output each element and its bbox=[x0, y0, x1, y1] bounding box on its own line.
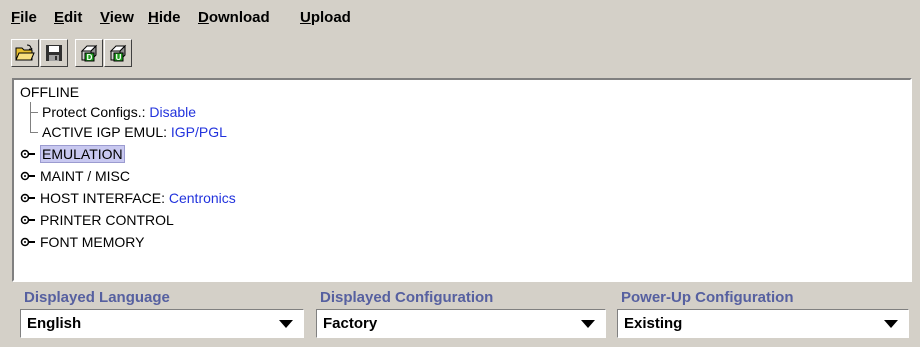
select-value: Factory bbox=[323, 315, 378, 332]
power-up-configuration-select[interactable]: Existing bbox=[617, 309, 909, 338]
menu-hide[interactable]: Hide bbox=[148, 9, 181, 26]
open-button[interactable] bbox=[11, 39, 39, 67]
menu-edit[interactable]: Edit bbox=[54, 9, 82, 26]
open-folder-icon bbox=[15, 44, 35, 61]
menu-upload[interactable]: Upload bbox=[300, 9, 351, 26]
menu-view[interactable]: View bbox=[100, 9, 134, 26]
displayed-language-select[interactable]: English bbox=[20, 309, 304, 338]
tree-node-label: HOST INTERFACE: bbox=[40, 190, 165, 206]
expand-handle-icon[interactable] bbox=[20, 214, 36, 226]
svg-text:D: D bbox=[87, 53, 93, 62]
tree-item-protect-configs[interactable]: Protect Configs.: Disable bbox=[42, 102, 196, 122]
dropdown-arrow-icon[interactable] bbox=[279, 320, 293, 328]
power-up-configuration-label: Power-Up Configuration bbox=[621, 289, 794, 306]
expand-handle-icon[interactable] bbox=[20, 148, 36, 160]
menu-download[interactable]: Download bbox=[198, 9, 270, 26]
tree-connector bbox=[30, 112, 38, 113]
setting-value: IGP/PGL bbox=[170, 124, 227, 140]
displayed-configuration-label: Displayed Configuration bbox=[320, 289, 494, 306]
setting-value: Centronics bbox=[168, 190, 236, 206]
tree-connector bbox=[30, 102, 31, 132]
tree-node-maint-misc[interactable]: MAINT / MISC bbox=[20, 166, 130, 186]
download-printer-icon: D bbox=[80, 44, 98, 62]
tree-node-font-memory[interactable]: FONT MEMORY bbox=[20, 232, 145, 252]
select-value: Existing bbox=[624, 315, 683, 332]
tree-root[interactable]: OFFLINE bbox=[20, 82, 79, 102]
config-tree[interactable]: OFFLINE Protect Configs.: Disable ACTIVE… bbox=[12, 78, 912, 282]
tree-node-host-interface[interactable]: HOST INTERFACE: Centronics bbox=[20, 188, 236, 208]
dropdown-arrow-icon[interactable] bbox=[581, 320, 595, 328]
setting-label: ACTIVE IGP EMUL: bbox=[42, 124, 167, 140]
dropdown-arrow-icon[interactable] bbox=[884, 320, 898, 328]
tree-node-label: PRINTER CONTROL bbox=[40, 212, 174, 228]
expand-handle-icon[interactable] bbox=[20, 236, 36, 248]
setting-value: Disable bbox=[149, 104, 197, 120]
tree-node-emulation[interactable]: EMULATION bbox=[20, 144, 125, 164]
tree-node-label: MAINT / MISC bbox=[40, 168, 130, 184]
tree-node-label: EMULATION bbox=[40, 145, 125, 163]
expand-handle-icon[interactable] bbox=[20, 192, 36, 204]
tree-node-label: FONT MEMORY bbox=[40, 234, 145, 250]
tree-node-printer-control[interactable]: PRINTER CONTROL bbox=[20, 210, 174, 230]
save-button[interactable] bbox=[40, 39, 68, 67]
upload-button[interactable]: U bbox=[104, 39, 132, 67]
tree-connector bbox=[30, 132, 38, 133]
setting-label: Protect Configs.: bbox=[42, 104, 146, 120]
expand-handle-icon[interactable] bbox=[20, 170, 36, 182]
tree-item-active-igp-emul[interactable]: ACTIVE IGP EMUL: IGP/PGL bbox=[42, 122, 227, 142]
displayed-configuration-select[interactable]: Factory bbox=[316, 309, 606, 338]
save-disk-icon bbox=[46, 45, 62, 61]
menu-bar: File Edit View Hide Download Upload bbox=[0, 0, 920, 33]
svg-text:U: U bbox=[116, 53, 122, 62]
upload-printer-icon: U bbox=[109, 44, 127, 62]
menu-file[interactable]: File bbox=[11, 9, 37, 26]
select-value: English bbox=[27, 315, 82, 332]
displayed-language-label: Displayed Language bbox=[24, 289, 170, 306]
download-button[interactable]: D bbox=[75, 39, 103, 67]
